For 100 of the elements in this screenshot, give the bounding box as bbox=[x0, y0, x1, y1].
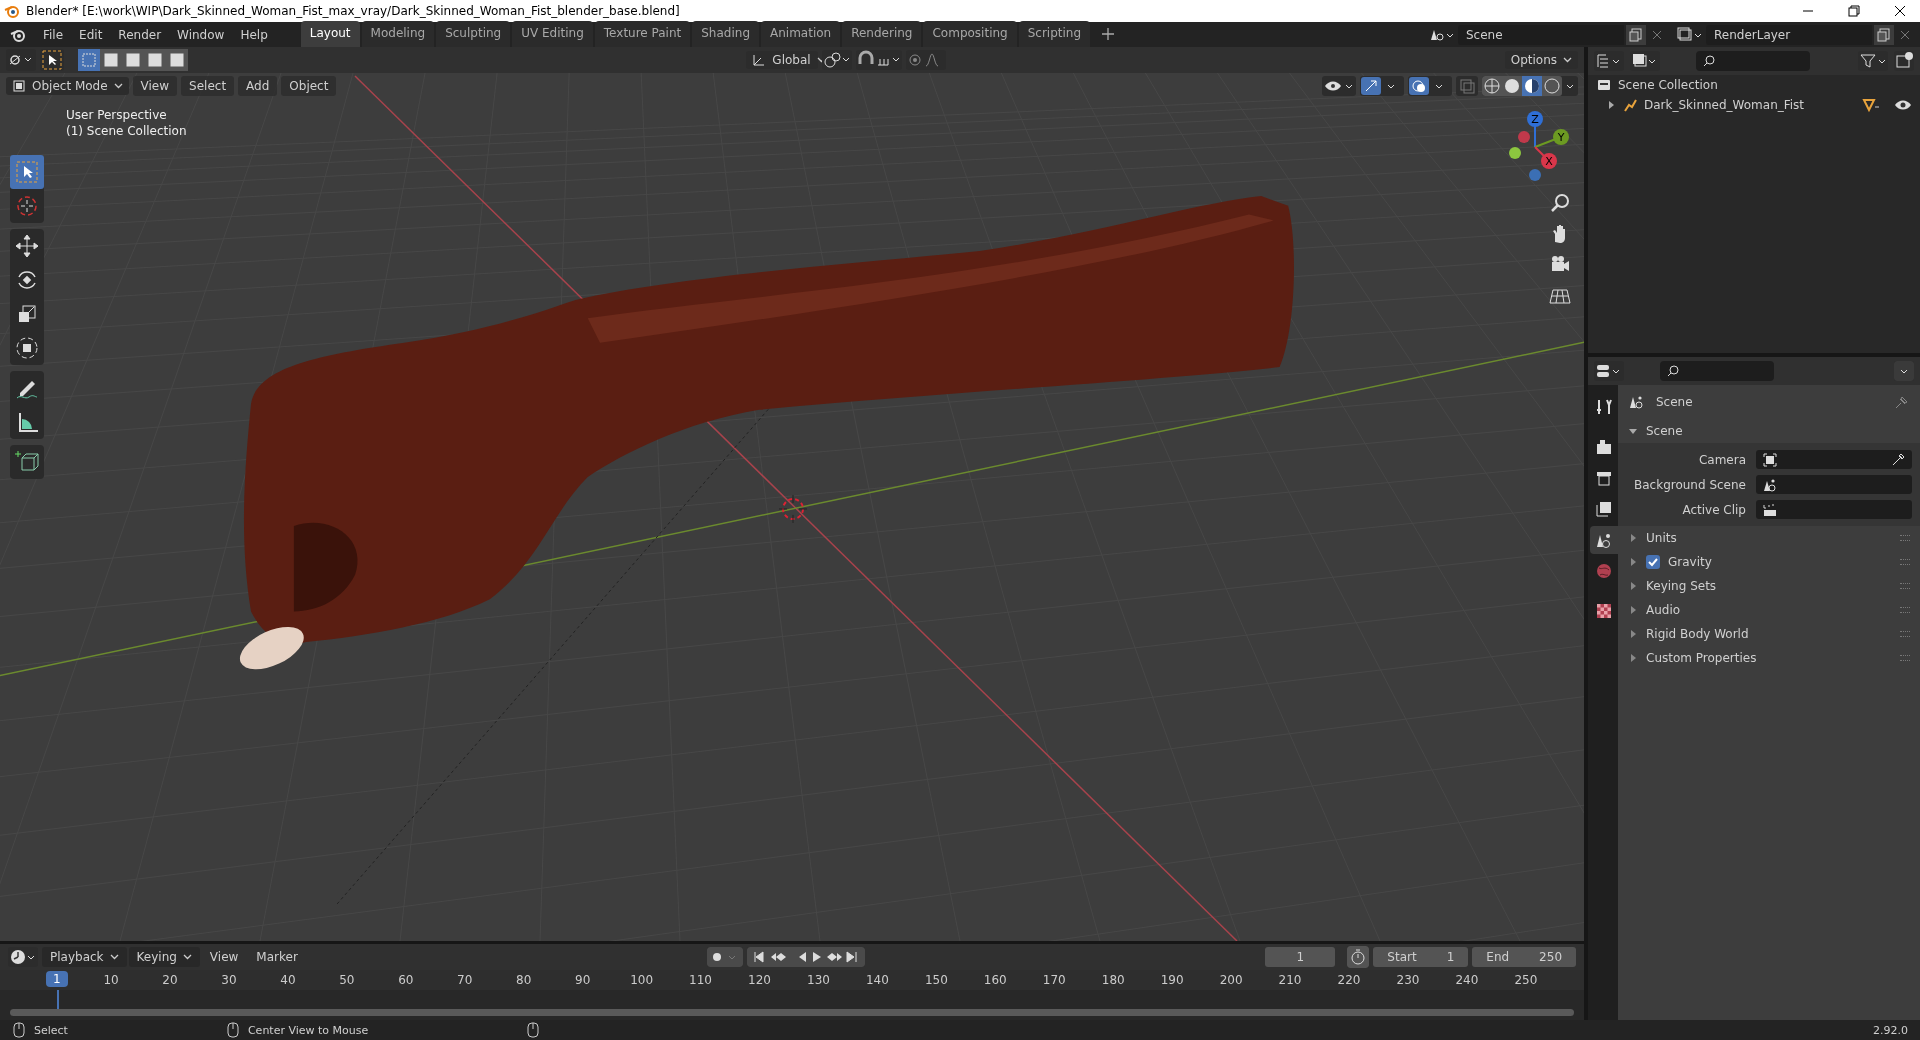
frame-number: 130 bbox=[807, 973, 830, 987]
start-frame-field[interactable]: Start 1 bbox=[1373, 947, 1469, 967]
filter-icon[interactable] bbox=[1858, 51, 1888, 71]
object-field[interactable] bbox=[1756, 500, 1912, 519]
workspace-tab[interactable]: Scripting bbox=[1018, 21, 1091, 47]
object-field[interactable] bbox=[1756, 450, 1912, 469]
drag-handle[interactable] bbox=[1900, 631, 1910, 637]
image-stack-icon[interactable] bbox=[1676, 25, 1704, 44]
timeline-menu[interactable]: Marker bbox=[248, 947, 306, 967]
current-frame-field[interactable]: 1 bbox=[1265, 947, 1336, 967]
axis-handle[interactable]: X bbox=[1534, 146, 1557, 169]
drag-handle[interactable] bbox=[1900, 607, 1910, 613]
collapsed-arrow-icon[interactable] bbox=[1628, 557, 1638, 567]
magnet-icon[interactable] bbox=[856, 50, 903, 70]
drag-handle[interactable] bbox=[1900, 583, 1910, 589]
workspace-tab[interactable]: Shading bbox=[692, 21, 759, 47]
image-stack-icon[interactable] bbox=[1630, 51, 1660, 71]
panel-header[interactable]: Rigid Body World bbox=[1618, 622, 1920, 646]
workspace-tab[interactable]: Compositing bbox=[923, 21, 1017, 47]
proportional-editing-icon[interactable] bbox=[906, 50, 947, 70]
close-icon[interactable] bbox=[1894, 5, 1906, 17]
gizmo-toggle-icon[interactable] bbox=[1360, 76, 1404, 96]
selection-mode-icon[interactable] bbox=[166, 49, 188, 71]
collapsed-arrow-icon[interactable] bbox=[1628, 605, 1638, 615]
eyedropper-icon[interactable] bbox=[1890, 451, 1906, 468]
panel-header[interactable]: Gravity bbox=[1618, 550, 1920, 574]
timeline-dropdown[interactable]: Keying bbox=[128, 947, 200, 967]
orientation-dropdown[interactable]: Global bbox=[746, 51, 819, 69]
editor-type-icon[interactable] bbox=[1594, 361, 1624, 381]
search-field[interactable] bbox=[1660, 361, 1774, 381]
axis-handle[interactable]: Z bbox=[1527, 111, 1543, 148]
collection-label[interactable]: Scene Collection bbox=[1618, 78, 1718, 92]
panel-header[interactable]: Keying Sets bbox=[1618, 574, 1920, 598]
scene-tab-icon[interactable] bbox=[1590, 526, 1618, 554]
workspace-tab[interactable]: Animation bbox=[761, 21, 841, 47]
visibility-icon[interactable] bbox=[1322, 76, 1356, 96]
eye-icon[interactable] bbox=[1894, 98, 1912, 112]
drag-handle[interactable] bbox=[1900, 655, 1910, 661]
collapsed-arrow-icon[interactable] bbox=[1628, 653, 1638, 663]
camera-frame-icon bbox=[1762, 451, 1778, 468]
selection-mode-icon[interactable] bbox=[100, 49, 122, 71]
viewport-menu[interactable]: View bbox=[132, 76, 178, 96]
scene-field[interactable]: Scene bbox=[1458, 24, 1624, 45]
playback-controls-icon[interactable] bbox=[746, 947, 865, 967]
collapsed-arrow-icon[interactable] bbox=[1628, 581, 1638, 591]
panel-header[interactable]: Custom Properties bbox=[1618, 646, 1920, 670]
axis-dot[interactable] bbox=[1518, 131, 1530, 143]
expanded-arrow-icon[interactable] bbox=[1628, 426, 1638, 436]
version-label: 2.92.0 bbox=[1873, 1023, 1908, 1037]
editor-type-icon[interactable] bbox=[6, 49, 36, 71]
timeline-menu[interactable]: View bbox=[201, 947, 247, 967]
panel-header[interactable]: Units bbox=[1618, 526, 1920, 550]
collapsed-arrow-icon[interactable] bbox=[1628, 533, 1638, 543]
workspace-tab[interactable]: Sculpting bbox=[436, 21, 511, 47]
playhead[interactable]: 1 bbox=[46, 971, 68, 987]
restore-icon[interactable] bbox=[1848, 5, 1860, 17]
workspace-tab[interactable]: Layout bbox=[300, 21, 360, 47]
viewport-menu[interactable]: Add bbox=[238, 76, 278, 96]
new-collection-icon[interactable] bbox=[1894, 51, 1914, 71]
shading-modes-icon[interactable] bbox=[1482, 76, 1578, 96]
menu-item[interactable]: Edit bbox=[72, 24, 110, 45]
stopwatch-icon[interactable] bbox=[1347, 946, 1370, 968]
menu-item[interactable]: Help bbox=[233, 24, 275, 45]
timeline-dropdown[interactable]: Playback bbox=[42, 947, 127, 967]
viewport-menu[interactable]: Select bbox=[181, 76, 235, 96]
viewport-menu[interactable]: Object bbox=[281, 76, 337, 96]
drag-handle[interactable] bbox=[1900, 559, 1910, 565]
options-dropdown[interactable]: Options bbox=[1504, 51, 1578, 69]
workspace-tab[interactable]: Texture Paint bbox=[594, 21, 691, 47]
drag-handle[interactable] bbox=[1900, 535, 1910, 541]
workspace-tab[interactable]: Modeling bbox=[361, 21, 435, 47]
workspace-tab[interactable]: UV Editing bbox=[512, 21, 593, 47]
axis-dot[interactable] bbox=[1509, 147, 1521, 159]
view-layer-field[interactable]: RenderLayer bbox=[1706, 24, 1872, 45]
object-field[interactable] bbox=[1756, 475, 1912, 494]
copy-icon[interactable] bbox=[1874, 24, 1894, 45]
axis-handle[interactable]: Y bbox=[1534, 129, 1569, 148]
copy-icon[interactable] bbox=[1626, 24, 1646, 45]
object-label[interactable]: Dark_Skinned_Woman_Fist bbox=[1644, 98, 1805, 112]
axis-dot[interactable] bbox=[1529, 169, 1541, 181]
clock-icon[interactable] bbox=[8, 947, 38, 967]
select-tool-icon[interactable] bbox=[40, 49, 64, 71]
pin-icon[interactable] bbox=[1894, 394, 1910, 410]
menu-item[interactable]: File bbox=[36, 24, 71, 45]
workspace-tab[interactable]: Rendering bbox=[842, 21, 922, 47]
end-frame-field[interactable]: End 250 bbox=[1472, 947, 1576, 967]
mode-dropdown[interactable]: Object Mode bbox=[6, 77, 129, 95]
pivot-icon[interactable] bbox=[822, 50, 853, 70]
record-icon[interactable] bbox=[706, 947, 743, 967]
timeline-scrollbar[interactable] bbox=[10, 1009, 1574, 1016]
outliner-display-icon[interactable] bbox=[1594, 51, 1624, 71]
3d-viewport[interactable]: Global Options Object Mode View Select Add Object User Perspective (1) Scene Collection Z Y X bbox=[0, 47, 1584, 941]
collapsed-arrow-icon[interactable] bbox=[1628, 629, 1638, 639]
checkbox[interactable] bbox=[1646, 555, 1660, 569]
collapsed-arrow-icon[interactable] bbox=[1606, 100, 1616, 110]
overlays-icon[interactable] bbox=[1408, 76, 1452, 96]
menu-item[interactable]: Window bbox=[170, 24, 232, 45]
panel-header[interactable]: Audio bbox=[1618, 598, 1920, 622]
menu-item[interactable]: Render bbox=[111, 24, 169, 45]
search-field[interactable] bbox=[1696, 51, 1810, 71]
